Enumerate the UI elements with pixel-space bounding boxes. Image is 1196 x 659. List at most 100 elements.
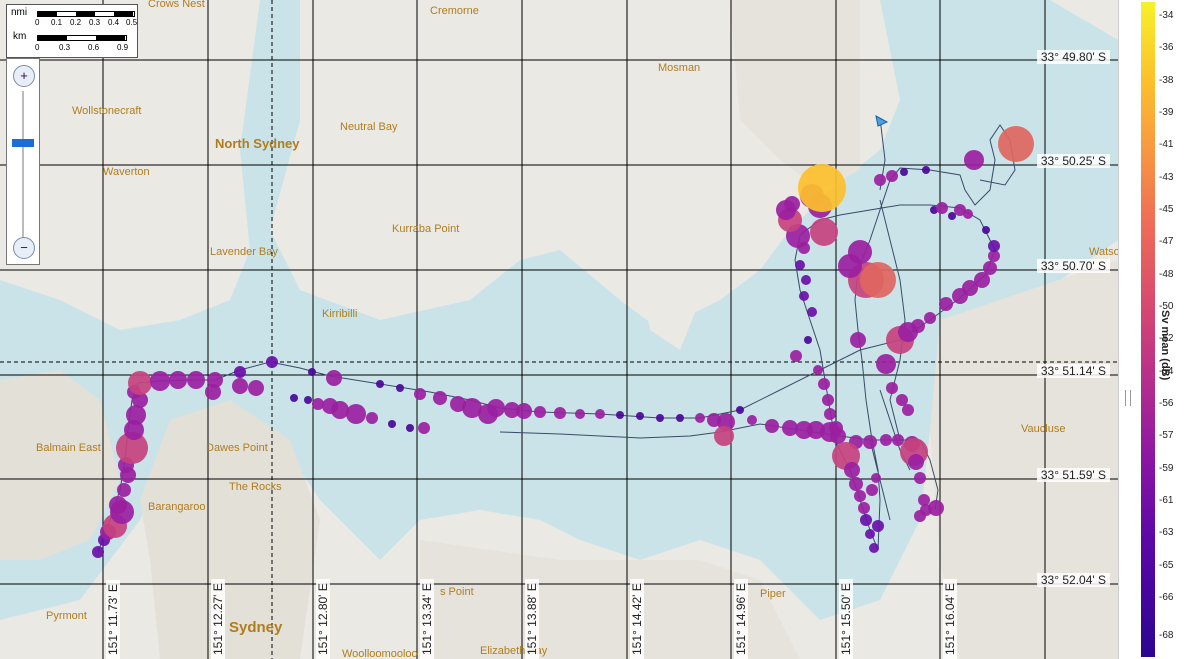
echo-sample-marker	[366, 412, 378, 424]
longitude-label: 151° 15.50' E	[839, 579, 853, 659]
echo-sample-marker	[433, 391, 447, 405]
legend-color-bar	[1141, 2, 1155, 657]
echo-sample-marker	[924, 312, 936, 324]
echo-sample-marker	[918, 494, 930, 506]
longitude-label: 151° 12.80' E	[316, 579, 330, 659]
scale-tick: 0.3	[89, 18, 101, 27]
place-label: Woolloomooloo	[342, 648, 418, 659]
echo-sample-marker	[908, 454, 924, 470]
legend-level: -57	[1159, 430, 1174, 441]
echo-sample-marker	[813, 365, 823, 375]
echo-sample-marker	[656, 414, 664, 422]
echo-sample-marker	[765, 419, 779, 433]
place-label: Waverton	[103, 166, 150, 178]
echo-sample-marker	[911, 319, 925, 333]
zoom-slider-track[interactable]	[22, 91, 24, 241]
scale-bar: nmi 0 0.1 0.2 0.3 0.4 0.5 km 0 0.3 0.6 0…	[6, 4, 138, 58]
echo-sample-marker	[117, 483, 131, 497]
echo-sample-marker	[939, 297, 953, 311]
latitude-label: 33° 50.70' S	[1036, 259, 1110, 273]
scale-bar-km	[37, 35, 127, 41]
echo-sample-marker	[92, 546, 104, 558]
zoom-control[interactable]: + −	[6, 58, 40, 265]
echo-sample-marker	[982, 226, 990, 234]
echo-sample-marker	[807, 307, 817, 317]
place-label: Neutral Bay	[340, 121, 398, 133]
echo-sample-marker	[874, 174, 886, 186]
map-view[interactable]: Crows Nest Cremorne Mosman Wollstonecraf…	[0, 0, 1118, 659]
echo-sample-marker	[616, 411, 624, 419]
echo-sample-marker	[880, 434, 892, 446]
echo-sample-marker	[928, 500, 944, 516]
echo-sample-marker	[406, 424, 414, 432]
echo-sample-marker	[695, 413, 705, 423]
echo-sample-marker	[858, 502, 870, 514]
place-label: Vaucluse	[1021, 423, 1066, 435]
echo-sample-marker	[936, 202, 948, 214]
echo-sample-marker	[863, 435, 877, 449]
legend-level: -68	[1159, 630, 1174, 641]
longitude-label: 151° 13.88' E	[525, 579, 539, 659]
scale-tick: 0	[35, 18, 40, 27]
scale-unit-nmi: nmi	[11, 7, 28, 18]
zoom-slider-handle[interactable]	[12, 139, 34, 147]
scale-tick: 0.5	[126, 18, 138, 27]
echo-sample-marker	[983, 261, 997, 275]
legend-level: -56	[1159, 398, 1174, 409]
longitude-label: 151° 14.96' E	[734, 579, 748, 659]
latitude-label: 33° 51.14' S	[1036, 364, 1110, 378]
splitter-handle[interactable]	[1125, 390, 1131, 406]
echo-sample-marker	[896, 394, 908, 406]
echo-sample-marker	[801, 275, 811, 285]
scale-unit-km: km	[13, 31, 27, 42]
echo-sample-marker	[869, 543, 879, 553]
echo-sample-marker	[998, 126, 1034, 162]
legend-level: -45	[1159, 204, 1174, 215]
scale-tick: 0.1	[51, 18, 63, 27]
echo-sample-marker	[948, 212, 956, 220]
echo-sample-marker	[860, 514, 872, 526]
echo-sample-marker	[876, 354, 896, 374]
echo-sample-marker	[516, 403, 532, 419]
echo-sample-marker	[747, 415, 757, 425]
place-label: Dawes Point	[206, 442, 268, 454]
map-canvas[interactable]	[0, 0, 1118, 659]
echo-sample-marker	[900, 168, 908, 176]
echo-sample-marker	[988, 240, 1000, 252]
place-label: Piper	[760, 588, 786, 600]
legend-level: -63	[1159, 527, 1174, 538]
echo-sample-marker	[418, 422, 430, 434]
echo-sample-marker	[326, 370, 342, 386]
place-label: Lavender Bay	[210, 246, 278, 258]
echo-sample-marker	[534, 406, 546, 418]
longitude-label: 151° 16.04' E	[943, 579, 957, 659]
echo-sample-marker	[922, 166, 930, 174]
echo-sample-marker	[169, 371, 187, 389]
legend-level: -59	[1159, 463, 1174, 474]
zoom-in-icon[interactable]: +	[13, 65, 35, 87]
place-label: The Rocks	[229, 481, 282, 493]
zoom-out-icon[interactable]: −	[13, 237, 35, 259]
echo-sample-marker	[849, 477, 863, 491]
legend-level: -47	[1159, 236, 1174, 247]
echo-sample-marker	[848, 240, 872, 264]
echo-sample-marker	[636, 412, 644, 420]
echo-sample-marker	[595, 409, 605, 419]
place-label: Wollstonecraft	[72, 105, 142, 117]
place-label: Cremorne	[430, 5, 479, 17]
echo-sample-marker	[205, 384, 221, 400]
echo-sample-marker	[810, 218, 838, 246]
place-label: s Point	[440, 586, 474, 598]
echo-sample-marker	[850, 332, 866, 348]
scale-bar-nmi	[37, 11, 135, 17]
echo-sample-marker	[248, 380, 264, 396]
latitude-label: 33° 50.25' S	[1036, 154, 1110, 168]
scale-tick: 0.3	[59, 43, 71, 52]
echo-sample-marker	[128, 371, 152, 395]
echo-sample-marker	[232, 378, 248, 394]
legend-level: -48	[1159, 269, 1174, 280]
place-label: Kurraba Point	[392, 223, 460, 235]
echo-sample-marker	[714, 426, 734, 446]
echo-sample-marker	[914, 472, 926, 484]
scale-tick: 0.6	[88, 43, 100, 52]
